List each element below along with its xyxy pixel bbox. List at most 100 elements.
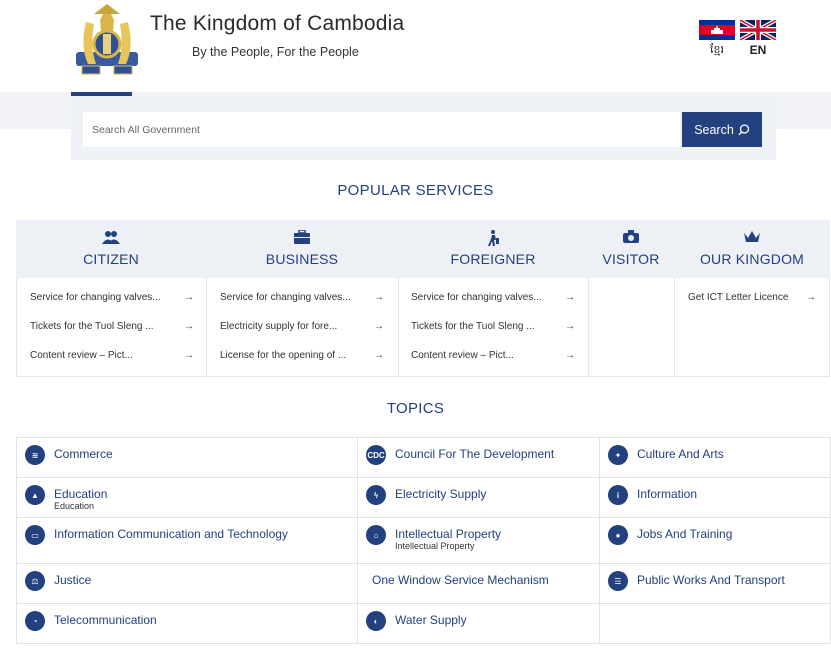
search-tab-accent [71, 92, 132, 96]
topic-culture-and-arts[interactable]: ✦ Culture And Arts [600, 438, 830, 477]
arrow-right-icon: → [374, 292, 384, 303]
topic-water-supply[interactable]: ◐ Water Supply [358, 604, 599, 643]
education-icon: ▲ [25, 485, 45, 505]
traveler-icon [398, 230, 588, 246]
service-category-business[interactable]: BUSINESS [206, 220, 398, 278]
service-category-label: BUSINESS [265, 251, 339, 267]
information-icon: i [608, 485, 628, 505]
language-english-label: EN [749, 43, 767, 57]
arrow-right-icon: → [184, 321, 194, 332]
briefcase-icon [206, 230, 398, 246]
language-khmer-label: ខ្មែរ [710, 43, 724, 56]
topic-public-works-and-transport[interactable]: ☰ Public Works And Transport [600, 564, 830, 603]
culture-icon: ✦ [608, 445, 628, 465]
intellectual-property-icon: ⌂ [366, 525, 386, 545]
search-input[interactable] [83, 112, 680, 147]
service-link[interactable]: Tickets for the Tuol Sleng ... [30, 321, 154, 332]
cdc-icon: CDC [366, 445, 386, 465]
topic-label: Intellectual Property [395, 527, 502, 541]
topic-sublabel: Intellectual Property [395, 541, 475, 551]
search-button-label: Search [694, 122, 734, 137]
service-category-citizen[interactable]: CITIZEN [16, 220, 206, 278]
service-link[interactable]: Service for changing valves... [220, 292, 351, 303]
commerce-icon: ≋ [25, 445, 45, 465]
topic-council-for-the-development[interactable]: CDC Council For The Development [358, 438, 599, 477]
topic-sublabel: Education [54, 501, 95, 511]
arrow-right-icon: → [374, 350, 384, 361]
site-header: The Kingdom of Cambodia By the People, F… [0, 0, 831, 92]
divider [206, 278, 207, 377]
topic-commerce[interactable]: ≋ Commerce [17, 438, 357, 477]
water-supply-icon: ◐ [366, 611, 386, 631]
topic-label: Public Works And Transport [637, 573, 785, 587]
topic-telecommunication[interactable]: ◔ Telecommunication [17, 604, 357, 643]
uk-flag-icon [740, 20, 776, 40]
search-button[interactable]: Search [682, 112, 762, 147]
electricity-icon: ϟ [366, 485, 386, 505]
language-khmer[interactable]: ខ្មែរ [699, 20, 735, 59]
camera-icon [588, 230, 674, 246]
topic-label: One Window Service Mechanism [372, 573, 549, 587]
topic-one-window-service-mechanism[interactable]: One Window Service Mechanism [358, 564, 599, 603]
site-title: The Kingdom of Cambodia [150, 12, 405, 35]
topic-jobs-and-training[interactable]: ● Jobs And Training [600, 518, 830, 563]
justice-icon: ⚖ [25, 571, 45, 591]
divider [588, 278, 589, 377]
people-icon [16, 230, 206, 246]
computer-icon: ▭ [25, 525, 45, 545]
topics-grid: ≋ Commerce CDC Council For The Developme… [16, 437, 831, 644]
royal-emblem-logo[interactable] [72, 2, 142, 82]
jobs-icon: ● [608, 525, 628, 545]
service-category-label: VISITOR [602, 251, 660, 267]
service-link[interactable]: Content review – Pict... [411, 350, 514, 361]
topic-label: Information Communication and Technology [54, 527, 288, 541]
popular-services-title: POPULAR SERVICES [337, 182, 494, 199]
topic-empty-cell [600, 604, 830, 643]
service-link[interactable]: Service for changing valves... [30, 292, 161, 303]
service-category-label: CITIZEN [83, 251, 139, 267]
service-category-foreigner[interactable]: FOREIGNER [398, 220, 588, 278]
arrow-right-icon: → [184, 350, 194, 361]
service-link[interactable]: Electricity supply for fore... [220, 321, 337, 332]
service-category-label: FOREIGNER [450, 251, 536, 267]
topic-label: Education [54, 487, 108, 501]
arrow-right-icon: → [184, 292, 194, 303]
topic-label: Culture And Arts [637, 447, 724, 461]
crown-icon [674, 230, 830, 246]
topic-label: Justice [54, 573, 92, 587]
site-subtitle: By the People, For the People [192, 45, 359, 59]
topic-intellectual-property[interactable]: ⌂ Intellectual Property Intellectual Pro… [358, 518, 599, 563]
telecom-icon: ◔ [25, 611, 45, 631]
service-link[interactable]: Content review – Pict... [30, 350, 133, 361]
service-link[interactable]: Get ICT Letter Licence [688, 292, 788, 303]
topic-education[interactable]: ▲ Education Education [17, 478, 357, 517]
topic-label: Commerce [54, 447, 113, 461]
arrow-right-icon: → [565, 350, 575, 361]
arrow-right-icon: → [565, 292, 575, 303]
service-link[interactable]: Service for changing valves... [411, 292, 542, 303]
language-english[interactable]: EN [740, 20, 776, 57]
topic-information-communication-and-technology[interactable]: ▭ Information Communication and Technolo… [17, 518, 357, 563]
arrow-right-icon: → [806, 292, 816, 303]
divider [674, 278, 675, 377]
topics-title: TOPICS [386, 400, 445, 417]
transport-icon: ☰ [608, 571, 628, 591]
topic-label: Jobs And Training [637, 527, 733, 541]
topic-label: Water Supply [395, 613, 467, 627]
topic-electricity-supply[interactable]: ϟ Electricity Supply [358, 478, 599, 517]
search-icon [738, 123, 749, 135]
topic-justice[interactable]: ⚖ Justice [17, 564, 357, 603]
service-link[interactable]: Tickets for the Tuol Sleng ... [411, 321, 535, 332]
topic-label: Electricity Supply [395, 487, 487, 501]
service-category-our-kingdom[interactable]: OUR KINGDOM [674, 220, 830, 278]
service-link[interactable]: License for the opening of ... [220, 350, 346, 361]
service-category-visitor[interactable]: VISITOR [588, 220, 674, 278]
topic-label: Telecommunication [54, 613, 157, 627]
divider [398, 278, 399, 377]
topic-information[interactable]: i Information [600, 478, 830, 517]
service-category-label: OUR KINGDOM [699, 251, 805, 267]
arrow-right-icon: → [565, 321, 575, 332]
topic-label: Information [637, 487, 698, 501]
cambodia-flag-icon [699, 20, 735, 40]
arrow-right-icon: → [374, 321, 384, 332]
